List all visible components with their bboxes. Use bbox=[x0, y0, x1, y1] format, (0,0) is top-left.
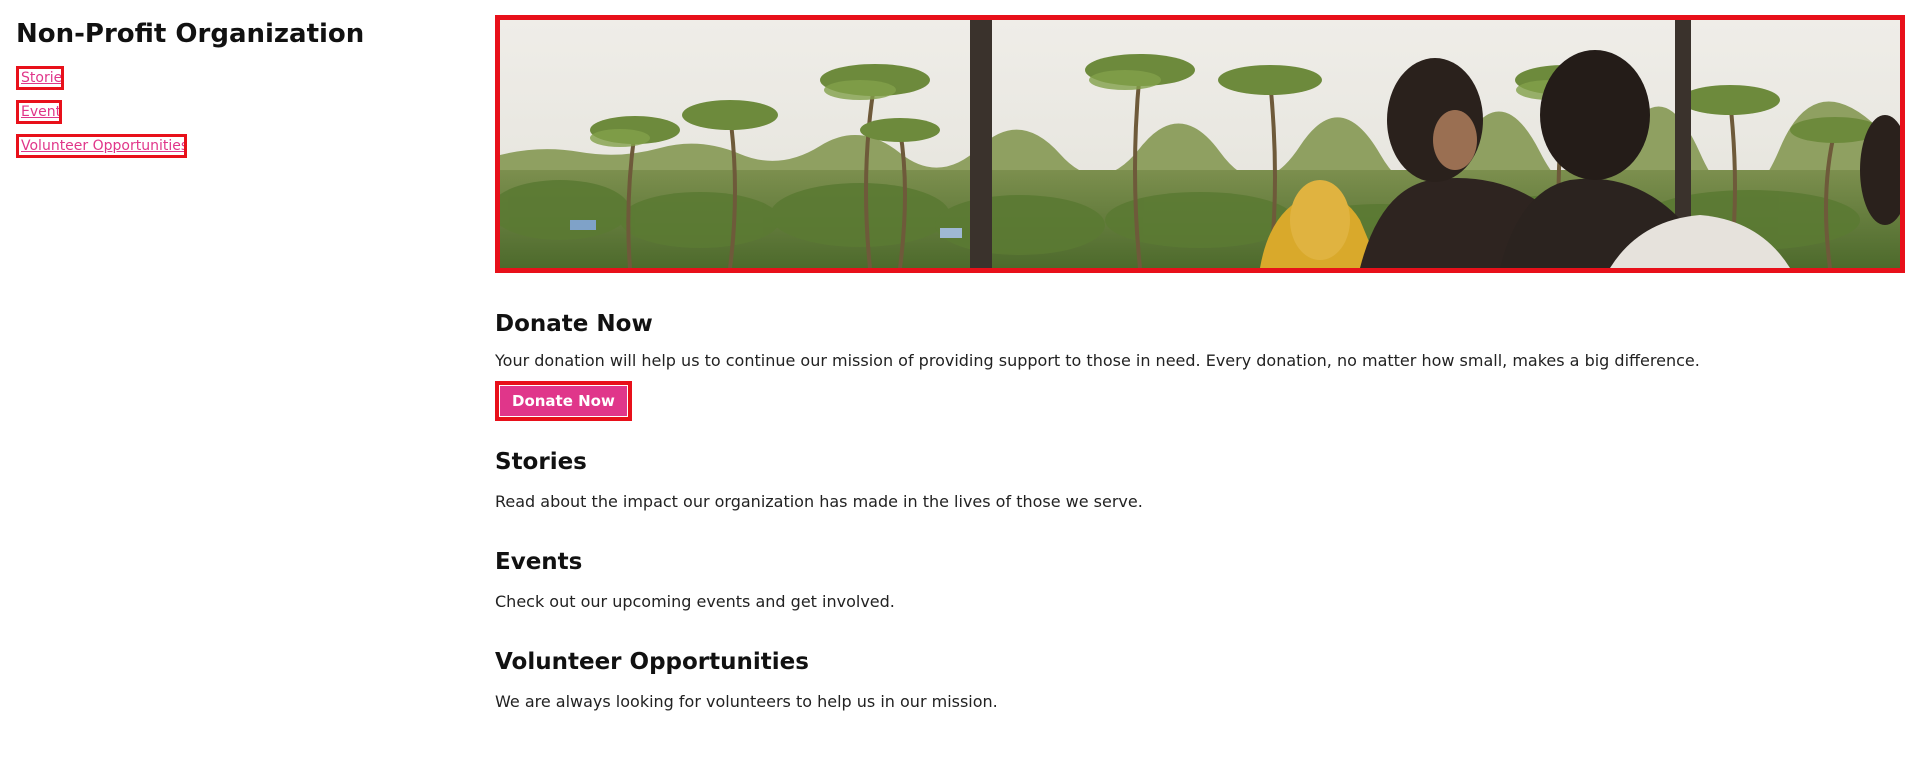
stories-heading: Stories bbox=[495, 449, 587, 475]
donate-description: Your donation will help us to continue o… bbox=[495, 351, 1700, 370]
sidebar: Non-Profit Organization Stories Events V… bbox=[16, 16, 476, 158]
volunteer-heading: Volunteer Opportunities bbox=[495, 649, 809, 675]
nav-link-stories[interactable]: Stories bbox=[16, 66, 64, 90]
donate-section: Donate Now Your donation will help us to… bbox=[495, 309, 1905, 421]
site-title: Non-Profit Organization bbox=[16, 19, 365, 49]
nav-link-events[interactable]: Events bbox=[16, 100, 62, 124]
volunteer-section: Volunteer Opportunities We are always lo… bbox=[495, 647, 1905, 713]
donate-heading: Donate Now bbox=[495, 311, 653, 337]
donate-now-button-label: Donate Now bbox=[500, 386, 627, 416]
events-description: Check out our upcoming events and get in… bbox=[495, 592, 895, 611]
donate-now-button[interactable]: Donate Now bbox=[495, 381, 632, 421]
events-heading: Events bbox=[495, 549, 583, 575]
volunteer-description: We are always looking for volunteers to … bbox=[495, 692, 998, 711]
main-nav: Stories Events Volunteer Opportunities bbox=[16, 66, 476, 158]
stories-description: Read about the impact our organization h… bbox=[495, 492, 1143, 511]
stories-section: Stories Read about the impact our organi… bbox=[495, 447, 1905, 513]
hero-banner-image bbox=[495, 15, 1905, 273]
nav-link-volunteer[interactable]: Volunteer Opportunities bbox=[16, 134, 187, 158]
events-section: Events Check out our upcoming events and… bbox=[495, 547, 1905, 613]
main-content: Donate Now Your donation will help us to… bbox=[495, 15, 1905, 713]
